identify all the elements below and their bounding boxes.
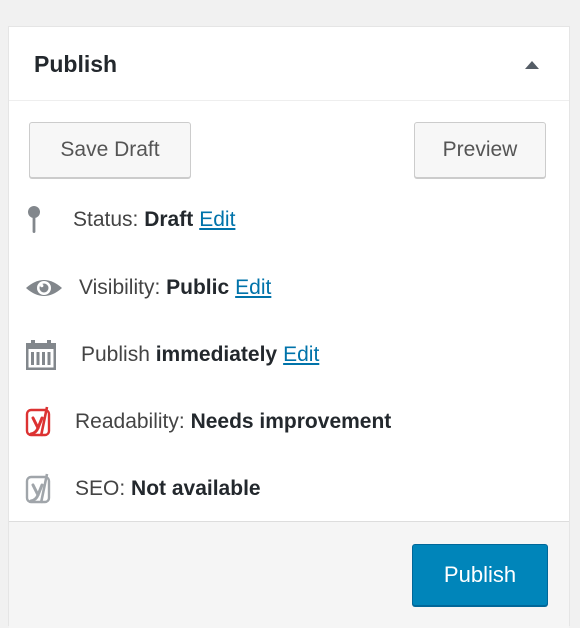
- seo-row: SEO: Not available: [25, 471, 545, 507]
- readability-label: Readability:: [75, 410, 191, 433]
- publish-time-label: Publish: [81, 343, 156, 366]
- seo-label: SEO:: [75, 477, 132, 500]
- publish-actions-footer: Publish: [9, 521, 569, 628]
- preview-button[interactable]: Preview: [414, 122, 546, 178]
- readability-value: Needs improvement: [190, 410, 392, 433]
- visibility-value: Public: [166, 276, 230, 299]
- visibility-row: Visibility: Public Edit: [25, 270, 545, 306]
- metabox-title: Publish: [34, 51, 118, 77]
- calendar-icon: [25, 339, 81, 371]
- metabox-header[interactable]: Publish: [9, 27, 569, 101]
- status-value: Draft: [144, 208, 194, 231]
- pin-icon: [25, 206, 73, 234]
- publish-time-row: Publish immediately Edit: [25, 337, 545, 373]
- publish-time-value: immediately: [155, 343, 278, 366]
- yoast-icon: [25, 406, 75, 438]
- readability-row: Readability: Needs improvement: [25, 404, 545, 440]
- arrow-up-icon[interactable]: [525, 61, 539, 69]
- eye-icon: [25, 277, 79, 299]
- save-draft-button[interactable]: Save Draft: [29, 122, 191, 178]
- status-row: Status: Draft Edit: [25, 202, 545, 238]
- publish-metabox: Publish Save Draft Preview Status: Draft…: [8, 26, 570, 628]
- edit-visibility-link[interactable]: Edit: [235, 276, 271, 300]
- seo-value: Not available: [131, 477, 261, 500]
- edit-status-link[interactable]: Edit: [199, 208, 235, 232]
- visibility-label: Visibility:: [79, 276, 167, 299]
- status-label: Status:: [73, 208, 145, 231]
- edit-publish-time-link[interactable]: Edit: [283, 343, 319, 367]
- yoast-icon: [25, 473, 75, 505]
- publish-button[interactable]: Publish: [412, 544, 548, 606]
